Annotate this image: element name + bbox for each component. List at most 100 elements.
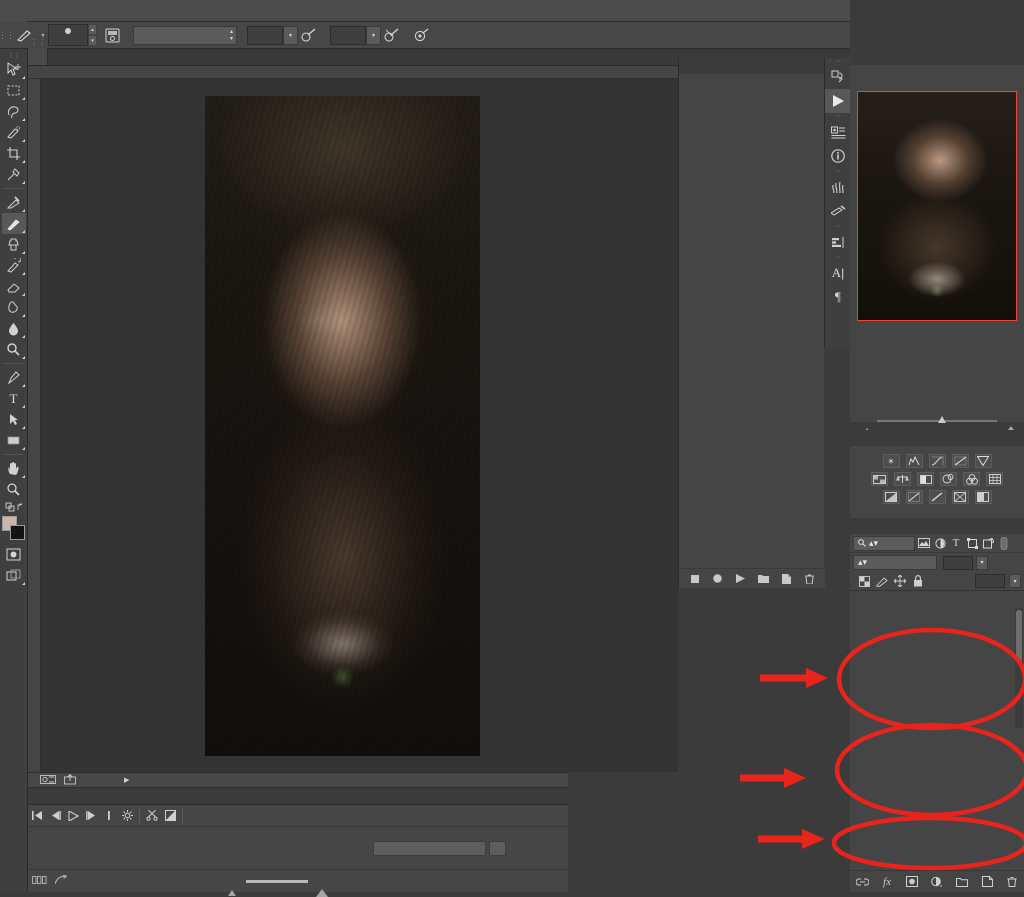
dodge-tool[interactable]	[2, 339, 26, 360]
layer-opacity-input[interactable]	[943, 555, 973, 570]
canvas-area[interactable]	[41, 79, 678, 772]
brushes-icon[interactable]	[825, 175, 851, 199]
previous-frame-button[interactable]	[46, 805, 64, 827]
blend-mode-select[interactable]: ▴ ▾	[133, 25, 237, 45]
new-adjustment-icon[interactable]	[931, 875, 944, 888]
play-icon[interactable]	[825, 89, 851, 113]
screen-mode-toggle[interactable]	[2, 565, 26, 586]
pen-tool[interactable]	[2, 367, 26, 388]
layer-fill-input[interactable]	[975, 574, 1005, 588]
quick-selection-tool[interactable]	[2, 122, 26, 143]
share-icon[interactable]	[64, 773, 77, 787]
path-selection-tool[interactable]	[2, 409, 26, 430]
swap-colors-icon[interactable]	[2, 500, 26, 514]
gradient-map-icon[interactable]	[951, 490, 969, 504]
hue-saturation-icon[interactable]	[871, 472, 888, 486]
zoom-out-icon[interactable]	[228, 879, 236, 896]
zoom-slider-thumb[interactable]	[937, 416, 946, 423]
foreground-background-swatches[interactable]	[1, 516, 26, 542]
add-mask-icon[interactable]	[906, 875, 919, 888]
navigator-thumbnail[interactable]	[857, 91, 1017, 321]
histogram-icon[interactable]	[825, 230, 851, 254]
strip-grip[interactable]: ⋯	[825, 168, 850, 175]
adjustment-filter-icon[interactable]	[933, 536, 947, 551]
exposure-icon[interactable]	[951, 454, 969, 468]
lock-transparent-icon[interactable]	[857, 574, 871, 589]
clone-stamp-tool[interactable]	[2, 234, 26, 255]
delete-layer-icon[interactable]	[1006, 875, 1019, 888]
strip-grip[interactable]: ⋯	[825, 254, 850, 261]
onion-skin-icon[interactable]	[54, 873, 68, 888]
strip-grip[interactable]: ⋯	[825, 113, 850, 120]
go-to-first-frame-button[interactable]	[28, 805, 46, 827]
spot-healing-brush-tool[interactable]	[2, 192, 26, 213]
shape-filter-icon[interactable]	[965, 536, 979, 551]
strip-grip[interactable]: ⋯	[825, 223, 850, 230]
rectangle-shape-tool[interactable]	[2, 430, 26, 451]
document-tab[interactable]	[28, 48, 48, 65]
tool-presets-icon[interactable]	[825, 199, 851, 223]
eyedropper-tool[interactable]	[2, 164, 26, 185]
pixel-filter-icon[interactable]	[917, 536, 931, 551]
background-color-swatch[interactable]	[9, 525, 25, 540]
new-group-icon[interactable]	[956, 875, 969, 888]
crop-tool[interactable]	[2, 143, 26, 164]
zoom-in-icon[interactable]	[1005, 416, 1017, 434]
play-button[interactable]	[64, 805, 82, 827]
options-bar-grip[interactable]: ⋮⋮	[0, 22, 15, 49]
curves-icon[interactable]	[928, 454, 946, 468]
filter-toggle-icon[interactable]	[997, 536, 1011, 551]
opacity-caret-icon[interactable]: ▾	[283, 25, 298, 45]
3d-panel-icon[interactable]	[825, 65, 851, 89]
type-filter-icon[interactable]: T	[949, 536, 963, 551]
brush-panel-toggle-icon[interactable]	[101, 25, 123, 45]
photo-filter-icon[interactable]	[940, 472, 957, 486]
brightness-contrast-icon[interactable]: ☀	[882, 454, 900, 468]
layers-list[interactable]	[850, 595, 1024, 869]
split-clip-icon[interactable]	[143, 805, 161, 827]
move-tool[interactable]	[2, 59, 26, 80]
flow-caret-icon[interactable]: ▾	[366, 25, 381, 45]
layer-filter-kind-select[interactable]: ▴▾	[853, 535, 915, 551]
layer-blend-mode-select[interactable]: ▴▾	[853, 555, 937, 570]
quick-mask-toggle[interactable]	[2, 544, 26, 565]
opacity-input[interactable]	[247, 25, 283, 45]
threshold-icon[interactable]	[928, 490, 946, 504]
type-tool[interactable]: T	[2, 388, 26, 409]
add-style-icon[interactable]: fx	[881, 875, 894, 888]
lock-position-icon[interactable]	[893, 574, 907, 589]
smart-object-filter-icon[interactable]	[981, 536, 995, 551]
tools-panel-grip[interactable]: ⋮⋮	[8, 51, 21, 59]
create-video-timeline-button[interactable]	[373, 841, 486, 856]
brush-tool[interactable]	[1, 213, 26, 234]
selective-color-icon[interactable]	[974, 490, 992, 504]
flow-input[interactable]	[330, 25, 366, 45]
opacity-pressure-icon[interactable]	[298, 25, 320, 45]
color-balance-icon[interactable]	[894, 472, 911, 486]
paragraph-icon[interactable]: ¶	[825, 285, 851, 309]
delete-icon[interactable]	[804, 573, 816, 585]
create-video-timeline-caret-icon[interactable]	[489, 841, 506, 856]
channel-mixer-icon[interactable]	[963, 472, 980, 486]
tablet-pressure-icon[interactable]	[411, 25, 433, 45]
color-lookup-icon[interactable]	[986, 472, 1003, 486]
brush-size-stepper[interactable]: ▴ ▾	[88, 24, 97, 46]
zoom-in-icon[interactable]	[316, 878, 328, 897]
eraser-tool[interactable]	[2, 276, 26, 297]
frame-view-icon[interactable]	[32, 875, 47, 887]
posterize-icon[interactable]	[905, 490, 923, 504]
stop-marker-button[interactable]	[100, 805, 118, 827]
airbrush-icon[interactable]	[381, 25, 403, 45]
new-layer-icon[interactable]	[981, 875, 994, 888]
blur-tool[interactable]	[2, 318, 26, 339]
transition-icon[interactable]	[161, 805, 179, 827]
character-icon[interactable]: A |	[825, 261, 851, 285]
vibrance-icon[interactable]	[974, 454, 992, 468]
lock-all-icon[interactable]	[911, 574, 925, 589]
stop-icon[interactable]	[689, 573, 701, 585]
brush-size-field[interactable]	[48, 24, 88, 46]
zoom-slider-bar[interactable]	[246, 880, 308, 883]
status-menu-caret-icon[interactable]: ▶	[124, 776, 129, 784]
layer-fill-caret-icon[interactable]: ▾	[1009, 574, 1021, 588]
invert-icon[interactable]	[882, 490, 900, 504]
